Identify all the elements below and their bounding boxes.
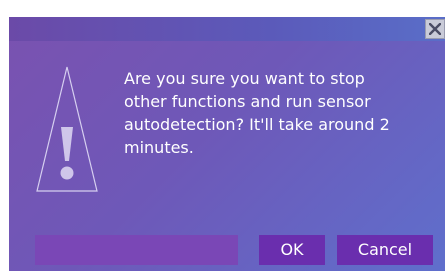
close-icon <box>429 23 441 35</box>
confirmation-message: Are you sure you want to stop other func… <box>124 69 390 157</box>
warning-triangle-icon <box>36 66 98 192</box>
title-bar <box>9 17 445 41</box>
progress-bar <box>35 235 238 265</box>
close-button[interactable] <box>425 19 445 39</box>
autodetect-confirm-dialog: Are you sure you want to stop other func… <box>9 17 445 271</box>
ok-button[interactable]: OK <box>259 235 325 265</box>
cancel-button[interactable]: Cancel <box>337 235 433 265</box>
